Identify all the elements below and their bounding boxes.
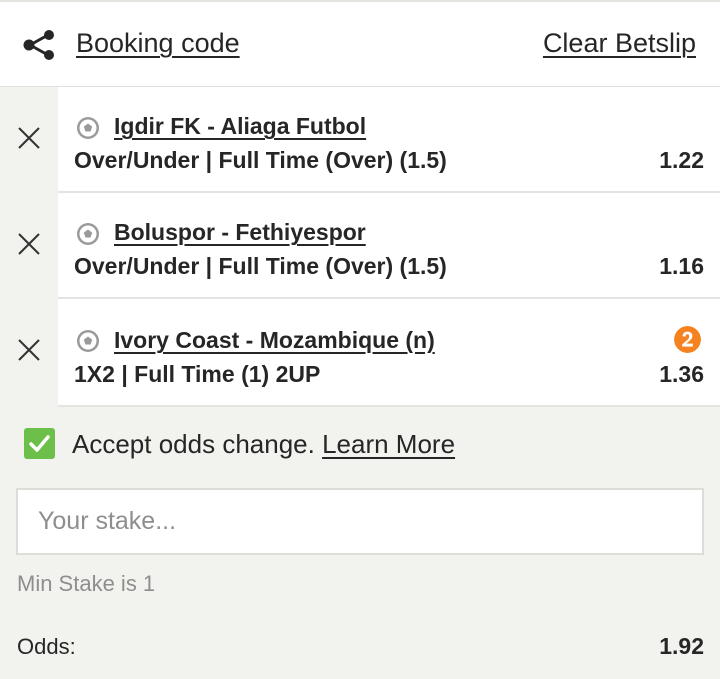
accept-odds-checkbox[interactable] (24, 428, 55, 459)
total-odds-label: Odds: (17, 634, 76, 659)
accept-odds-label: Accept odds change. Learn More (72, 429, 455, 460)
remove-bet-button[interactable] (0, 193, 58, 299)
remove-bet-button[interactable] (0, 299, 58, 407)
bet-odd: 1.22 (659, 147, 704, 173)
booking-code-link[interactable]: Booking code (76, 28, 240, 59)
bet-market: Over/Under | Full Time (Over) (1.5) (74, 147, 447, 173)
bet-teams-link[interactable]: Igdir FK - Aliaga Futbol (114, 113, 366, 140)
bet-teams-link[interactable]: Boluspor - Fethiyespor (114, 219, 366, 246)
soccer-ball-icon (77, 117, 99, 139)
clear-betslip-link[interactable]: Clear Betslip (543, 28, 696, 59)
bet-odd: 1.16 (659, 253, 704, 279)
bet-item: Igdir FK - Aliaga Futbol Over/Under | Fu… (0, 87, 720, 193)
bet-market: Over/Under | Full Time (Over) (1.5) (74, 253, 447, 279)
2up-badge-icon (674, 326, 701, 353)
close-icon[interactable] (17, 232, 41, 256)
learn-more-link[interactable]: Learn More (322, 429, 455, 459)
bet-item: Ivory Coast - Mozambique (n) 1X2 | Full … (0, 299, 720, 407)
checkmark-icon (29, 435, 50, 452)
close-icon[interactable] (17, 126, 41, 150)
total-odds-value: 1.92 (659, 633, 704, 659)
close-icon[interactable] (17, 338, 41, 362)
betslip-header: Booking code Clear Betslip (0, 0, 720, 87)
share-icon[interactable] (22, 30, 56, 60)
bet-teams-link[interactable]: Ivory Coast - Mozambique (n) (114, 327, 435, 354)
stake-input[interactable] (16, 488, 704, 555)
remove-bet-button[interactable] (0, 87, 58, 193)
soccer-ball-icon (77, 223, 99, 245)
soccer-ball-icon (77, 330, 99, 352)
bet-market: 1X2 | Full Time (1) 2UP (74, 361, 321, 387)
min-stake-hint: Min Stake is 1 (17, 571, 156, 596)
accept-odds-text: Accept odds change. (72, 429, 315, 459)
bet-odd: 1.36 (659, 361, 704, 387)
bet-item: Boluspor - Fethiyespor Over/Under | Full… (0, 193, 720, 299)
